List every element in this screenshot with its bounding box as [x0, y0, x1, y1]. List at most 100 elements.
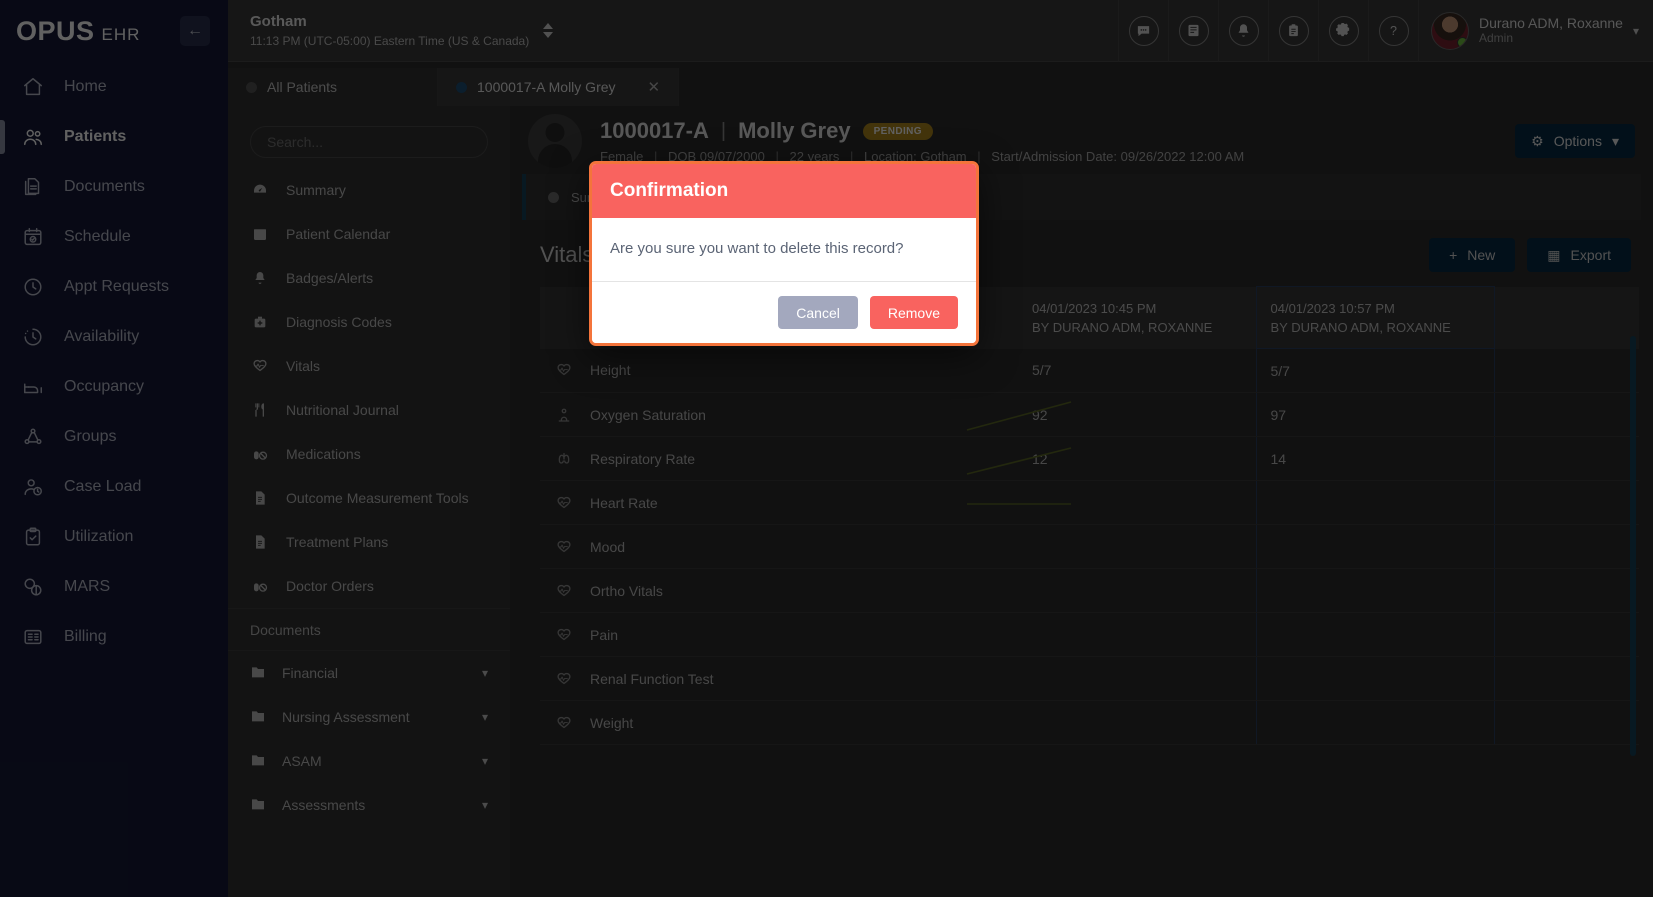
chartnav-folder-assessments[interactable]: Assessments ▾ — [228, 783, 510, 827]
chartnav-item-nutritional-journal[interactable]: Nutritional Journal — [228, 388, 510, 432]
vital-value-cell: 12 — [1018, 436, 1256, 481]
chartnav-item-treatment-plans[interactable]: Treatment Plans — [228, 520, 510, 564]
remove-button[interactable]: Remove — [869, 296, 958, 329]
chartnav-item-diagnosis-codes[interactable]: Diagnosis Codes — [228, 300, 510, 344]
sidebar-item-appt-requests[interactable]: Appt Requests — [0, 262, 228, 312]
chevron-down-icon[interactable]: ▾ — [482, 666, 488, 680]
vital-name: Mood — [590, 538, 626, 555]
new-button-label: New — [1467, 247, 1496, 263]
cancel-button[interactable]: Cancel — [778, 296, 858, 329]
sidebar-item-patients[interactable]: Patients — [0, 112, 228, 162]
table-header-reading[interactable]: 04/01/2023 10:57 PM BY DURANO ADM, ROXANN… — [1255, 286, 1495, 349]
vital-value-cell: 5/7 — [1018, 348, 1256, 393]
table-row[interactable]: Ortho Vitals — [540, 568, 1639, 613]
chartnav-item-patient-calendar[interactable]: Patient Calendar — [228, 212, 510, 256]
chevron-down-icon[interactable]: ▾ — [482, 754, 488, 768]
chartnav-item-medications[interactable]: Medications — [228, 432, 510, 476]
vital-label-cell: Pain — [540, 612, 1018, 657]
vital-value-cell — [1018, 612, 1256, 657]
library-icon-button[interactable] — [1168, 0, 1218, 62]
table-row[interactable]: Mood — [540, 524, 1639, 569]
sidebar-item-availability[interactable]: Availability — [0, 312, 228, 362]
tab-status-dot — [456, 81, 467, 93]
chartnav-item-outcome-measurement-tools[interactable]: Outcome Measurement Tools — [228, 476, 510, 520]
sidebar-item-utilization[interactable]: Utilization — [0, 512, 228, 562]
chevron-down-icon[interactable]: ▾ — [482, 710, 488, 724]
home-icon — [20, 76, 46, 98]
heart-pulse-icon — [554, 539, 574, 555]
chevron-down-icon: ▾ — [1611, 132, 1619, 149]
notifications-bell-icon-button[interactable] — [1218, 0, 1268, 62]
chartnav-item-doctor-orders[interactable]: Doctor Orders — [228, 564, 510, 608]
reading-datetime: 04/01/2023 10:45 PM — [1032, 300, 1157, 316]
chevron-down-icon[interactable]: ▾ — [482, 798, 488, 812]
dialog-header: Confirmation — [592, 164, 976, 218]
table-row[interactable]: Renal Function Test — [540, 656, 1639, 701]
help-icon: ? — [1378, 15, 1409, 46]
vital-label-cell: Oxygen Saturation — [540, 392, 1018, 437]
sidebar-item-label: Appt Requests — [64, 278, 169, 295]
table-row[interactable]: Heart Rate — [540, 480, 1639, 525]
chartnav-item-vitals[interactable]: Vitals — [228, 344, 510, 388]
folder-icon — [250, 664, 266, 683]
close-icon[interactable]: ✕ — [626, 78, 661, 96]
users-icon — [20, 126, 46, 148]
chartnav-section-documents: Documents — [228, 608, 510, 651]
settings-gear-icon-button[interactable] — [1318, 0, 1368, 62]
chartnav-item-summary[interactable]: Summary — [228, 168, 510, 212]
vital-name: Renal Function Test — [590, 670, 714, 687]
help-icon-button[interactable]: ? — [1368, 0, 1418, 62]
sidebar-item-schedule[interactable]: Schedule — [0, 212, 228, 262]
table-header-reading[interactable]: 04/01/2023 10:45 PM BY DURANO ADM, ROXANN… — [1018, 286, 1256, 349]
gauge-icon — [250, 182, 270, 198]
chartnav-item-badges-alerts[interactable]: Badges/Alerts — [228, 256, 510, 300]
export-button[interactable]: ▦ Export — [1527, 238, 1631, 272]
chartnav-folder-nursing-assessment[interactable]: Nursing Assessment ▾ — [228, 695, 510, 739]
facility-switch-icon[interactable] — [543, 23, 554, 38]
table-row[interactable]: Height 5/7 5/7 — [540, 348, 1639, 393]
sidebar-item-home[interactable]: Home — [0, 62, 228, 112]
svg-text:?: ? — [1390, 24, 1397, 38]
avatar — [1431, 11, 1469, 50]
scrollbar-thumb[interactable] — [1630, 336, 1636, 756]
vital-value-cell — [1018, 568, 1256, 613]
sidebar-item-mars[interactable]: MARS — [0, 562, 228, 612]
new-button[interactable]: + New — [1429, 238, 1516, 272]
sidebar-item-occupancy[interactable]: Occupancy — [0, 362, 228, 412]
vital-label-cell: Height — [540, 348, 1018, 393]
sidebar-item-groups[interactable]: Groups — [0, 412, 228, 462]
medkit-icon — [250, 314, 270, 330]
search-input[interactable] — [250, 126, 488, 158]
chartnav-folder-asam[interactable]: ASAM ▾ — [228, 739, 510, 783]
sidebar-item-case-load[interactable]: Case Load — [0, 462, 228, 512]
user-menu[interactable]: Durano ADM, Roxanne Admin ▾ — [1418, 0, 1653, 62]
vertical-scrollbar[interactable] — [1630, 336, 1636, 756]
tab-status-dot — [246, 81, 257, 93]
chartnav-folder-financial[interactable]: Financial ▾ — [228, 651, 510, 695]
online-status-dot — [1457, 36, 1468, 48]
sidebar-item-documents[interactable]: Documents — [0, 162, 228, 212]
facility-selector[interactable]: Gotham 11:13 PM (UTC-05:00) Eastern Time… — [228, 13, 554, 49]
patient-chart-sidebar: Summary Patient Calendar Badges/Alerts Diag… — [228, 106, 510, 897]
vital-label-cell: Mood — [540, 524, 1018, 569]
options-button[interactable]: ⚙ Options ▾ — [1515, 124, 1635, 158]
vital-value-cell — [1255, 612, 1495, 657]
sidebar-collapse-button[interactable]: ← — [180, 16, 210, 46]
settings-gear-icon — [1328, 15, 1359, 46]
chartnav-item-label: Patient Calendar — [286, 226, 391, 242]
patient-tab[interactable]: 1000017-A Molly Grey ✕ — [438, 68, 680, 106]
vital-value-cell — [1255, 656, 1495, 701]
table-row[interactable]: Pain — [540, 612, 1639, 657]
vitals-table-wrapper: 04/01/2023 10:45 PM BY DURANO ADM, ROXANN… — [540, 286, 1639, 756]
patient-tab[interactable]: All Patients — [228, 68, 438, 106]
chartnav-item-label: Nutritional Journal — [286, 402, 399, 418]
file-icon — [250, 534, 270, 550]
table-row[interactable]: Respiratory Rate 12 14 — [540, 436, 1639, 481]
messages-icon-button[interactable] — [1118, 0, 1168, 62]
dialog-message: Are you sure you want to delete this rec… — [610, 240, 904, 257]
tasks-clipboard-icon-button[interactable] — [1268, 0, 1318, 62]
sidebar-item-billing[interactable]: Billing — [0, 612, 228, 662]
table-row[interactable]: Oxygen Saturation 92 97 — [540, 392, 1639, 437]
chevron-down-icon: ▾ — [1632, 23, 1639, 38]
table-row[interactable]: Weight — [540, 700, 1639, 745]
